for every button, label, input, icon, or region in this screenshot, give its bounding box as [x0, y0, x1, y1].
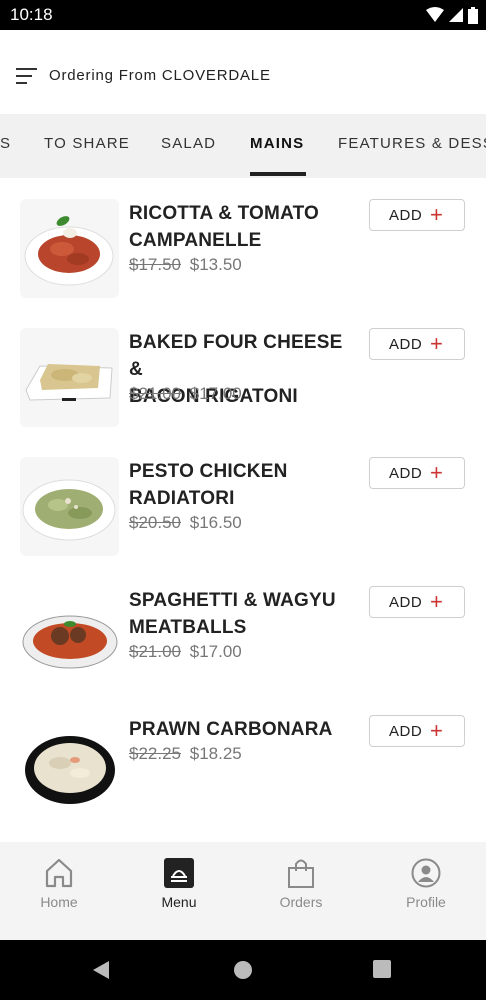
plus-icon: +: [430, 202, 443, 227]
tab-salad[interactable]: SALAD: [161, 135, 216, 152]
nav-profile[interactable]: Profile: [366, 842, 486, 940]
nav-orders-label: Orders: [279, 894, 323, 910]
item-image: [20, 199, 119, 298]
add-label: ADD: [389, 723, 423, 740]
item-price: $20.50 $16.50: [129, 513, 242, 533]
original-price: $21.00: [129, 642, 181, 661]
home-icon: [45, 858, 73, 888]
item-name-line: RICOTTA & TOMATO: [129, 203, 320, 224]
home-button-icon[interactable]: [233, 960, 253, 980]
add-label: ADD: [389, 594, 423, 611]
status-icons: [426, 6, 478, 24]
plus-icon: +: [430, 718, 443, 743]
item-name: RICOTTA & TOMATO CAMPANELLE: [129, 200, 354, 254]
item-price: $22.25 $18.25: [129, 744, 242, 764]
status-time: 10:18: [10, 5, 53, 24]
tab-features-desserts[interactable]: FEATURES & DESS: [338, 135, 486, 152]
nav-home[interactable]: Home: [0, 842, 119, 940]
nav-home-label: Home: [40, 894, 78, 910]
original-price: $22.25: [129, 744, 181, 763]
add-to-cart-button[interactable]: ADD +: [369, 328, 465, 360]
back-icon[interactable]: [92, 960, 110, 980]
menu-item[interactable]: BAKED FOUR CHEESE & BACON RIGATONI $21.0…: [0, 307, 486, 436]
sale-price: $17.00: [189, 384, 242, 403]
header: Ordering From CLOVERDALE: [0, 30, 486, 114]
tab-mains[interactable]: MAINS: [250, 135, 304, 152]
item-name: PESTO CHICKEN RADIATORI: [129, 458, 354, 512]
menu-icon: [164, 858, 194, 888]
add-label: ADD: [389, 207, 423, 224]
item-image: [20, 715, 119, 814]
recents-icon[interactable]: [373, 960, 391, 978]
item-image: [20, 457, 119, 556]
active-tab-indicator: [250, 172, 306, 176]
status-bar: 10:18: [0, 0, 486, 30]
original-price: $17.50: [129, 255, 181, 274]
cell-signal-icon: [449, 8, 463, 22]
add-label: ADD: [389, 336, 423, 353]
battery-icon: [468, 6, 478, 24]
item-name-line: PRAWN CARBONARA: [129, 719, 333, 740]
item-name: PRAWN CARBONARA: [129, 716, 354, 743]
nav-menu[interactable]: Menu: [119, 842, 239, 940]
sale-price: $17.00: [189, 642, 242, 661]
menu-item[interactable]: RICOTTA & TOMATO CAMPANELLE $17.50 $13.5…: [0, 178, 486, 307]
bottom-navigation: Home Menu Orders Profile: [0, 842, 486, 940]
nav-orders[interactable]: Orders: [241, 842, 361, 940]
sale-price: $13.50: [189, 255, 242, 274]
nav-profile-label: Profile: [406, 894, 446, 910]
menu-item[interactable]: PESTO CHICKEN RADIATORI $20.50 $16.50 AD…: [0, 436, 486, 565]
item-image: [20, 328, 119, 427]
add-label: ADD: [389, 465, 423, 482]
original-price: $20.50: [129, 513, 181, 532]
item-price: $21.00 $17.00: [129, 642, 242, 662]
plus-icon: +: [430, 460, 443, 485]
sale-price: $18.25: [189, 744, 242, 763]
tab-to-share[interactable]: TO SHARE: [44, 135, 130, 152]
original-price: $21.00: [129, 384, 181, 403]
nav-menu-label: Menu: [161, 894, 197, 910]
item-name-line: BAKED FOUR CHEESE &: [129, 332, 343, 380]
profile-icon: [411, 858, 441, 888]
plus-icon: +: [430, 331, 443, 356]
add-to-cart-button[interactable]: ADD +: [369, 715, 465, 747]
sale-price: $16.50: [189, 513, 242, 532]
add-to-cart-button[interactable]: ADD +: [369, 457, 465, 489]
plus-icon: +: [430, 589, 443, 614]
item-price: $17.50 $13.50: [129, 255, 242, 275]
item-name-line: CAMPANELLE: [129, 230, 262, 251]
hamburger-icon[interactable]: [16, 68, 38, 84]
item-name-line: MEATBALLS: [129, 617, 247, 638]
category-tabs: S TO SHARE SALAD MAINS FEATURES & DESS: [0, 114, 486, 178]
system-navigation-bar: [0, 940, 486, 1000]
shopping-bag-icon: [288, 859, 314, 888]
menu-item[interactable]: PRAWN CARBONARA $22.25 $18.25 ADD +: [0, 694, 486, 823]
item-image: [20, 586, 119, 685]
tab-desserts-partial[interactable]: S: [0, 135, 11, 152]
item-name-line: RADIATORI: [129, 488, 235, 509]
item-name: SPAGHETTI & WAGYU MEATBALLS: [129, 587, 354, 641]
item-name-line: SPAGHETTI & WAGYU: [129, 590, 336, 611]
header-title: Ordering From CLOVERDALE: [49, 67, 271, 84]
item-name-line: PESTO CHICKEN: [129, 461, 288, 482]
menu-item[interactable]: SPAGHETTI & WAGYU MEATBALLS $21.00 $17.0…: [0, 565, 486, 694]
item-price: $21.00 $17.00: [129, 384, 242, 404]
add-to-cart-button[interactable]: ADD +: [369, 586, 465, 618]
wifi-icon: [426, 7, 444, 22]
add-to-cart-button[interactable]: ADD +: [369, 199, 465, 231]
